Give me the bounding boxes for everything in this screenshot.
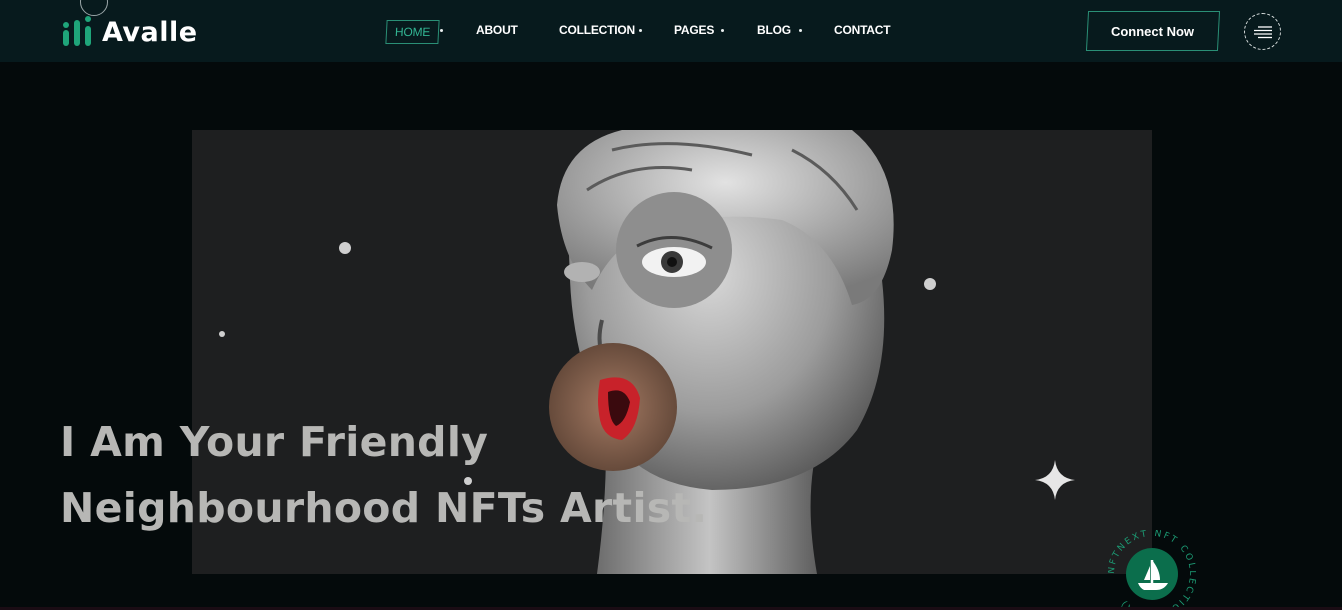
nft-collection-badge[interactable]: NFTNEXT NFT COLLECTION (ARA) [1107, 529, 1196, 610]
nav-blog-dropdown-dot [799, 29, 802, 32]
logo-text: Avalle [102, 16, 198, 48]
hamburger-menu-icon [1253, 25, 1272, 38]
sparkle-star-icon [1035, 460, 1075, 500]
nav-pages-dropdown-dot [721, 29, 724, 32]
hamburger-menu-button[interactable] [1244, 13, 1281, 50]
connect-now-label: Connect Now [1111, 23, 1195, 39]
nav-about[interactable]: ABOUT [476, 23, 518, 37]
nav-pages[interactable]: PAGES [674, 23, 714, 37]
logo[interactable]: Avalle [62, 16, 198, 48]
nav-home-dropdown-dot [440, 29, 443, 32]
logo-mark-icon [62, 16, 92, 48]
hero-title-line2: Neighbourhood NFTs Artist. [60, 484, 708, 532]
nav-contact[interactable]: CONTACT [834, 23, 891, 37]
badge-ring: NFTNEXT NFT COLLECTION (ARA) [1107, 529, 1195, 610]
site-header: Avalle HOME ABOUT COLLECTION PAGES BLOG … [0, 0, 1342, 62]
connect-now-button[interactable]: Connect Now [1085, 11, 1221, 51]
cursor-circle [80, 0, 108, 16]
hero-title-line1: I Am Your Friendly [60, 418, 489, 466]
nav-blog[interactable]: BLOG [757, 23, 791, 37]
nav-collection-dropdown-dot [639, 29, 642, 32]
nav-home[interactable]: HOME [385, 20, 440, 44]
nav-collection[interactable]: COLLECTION [559, 23, 635, 37]
